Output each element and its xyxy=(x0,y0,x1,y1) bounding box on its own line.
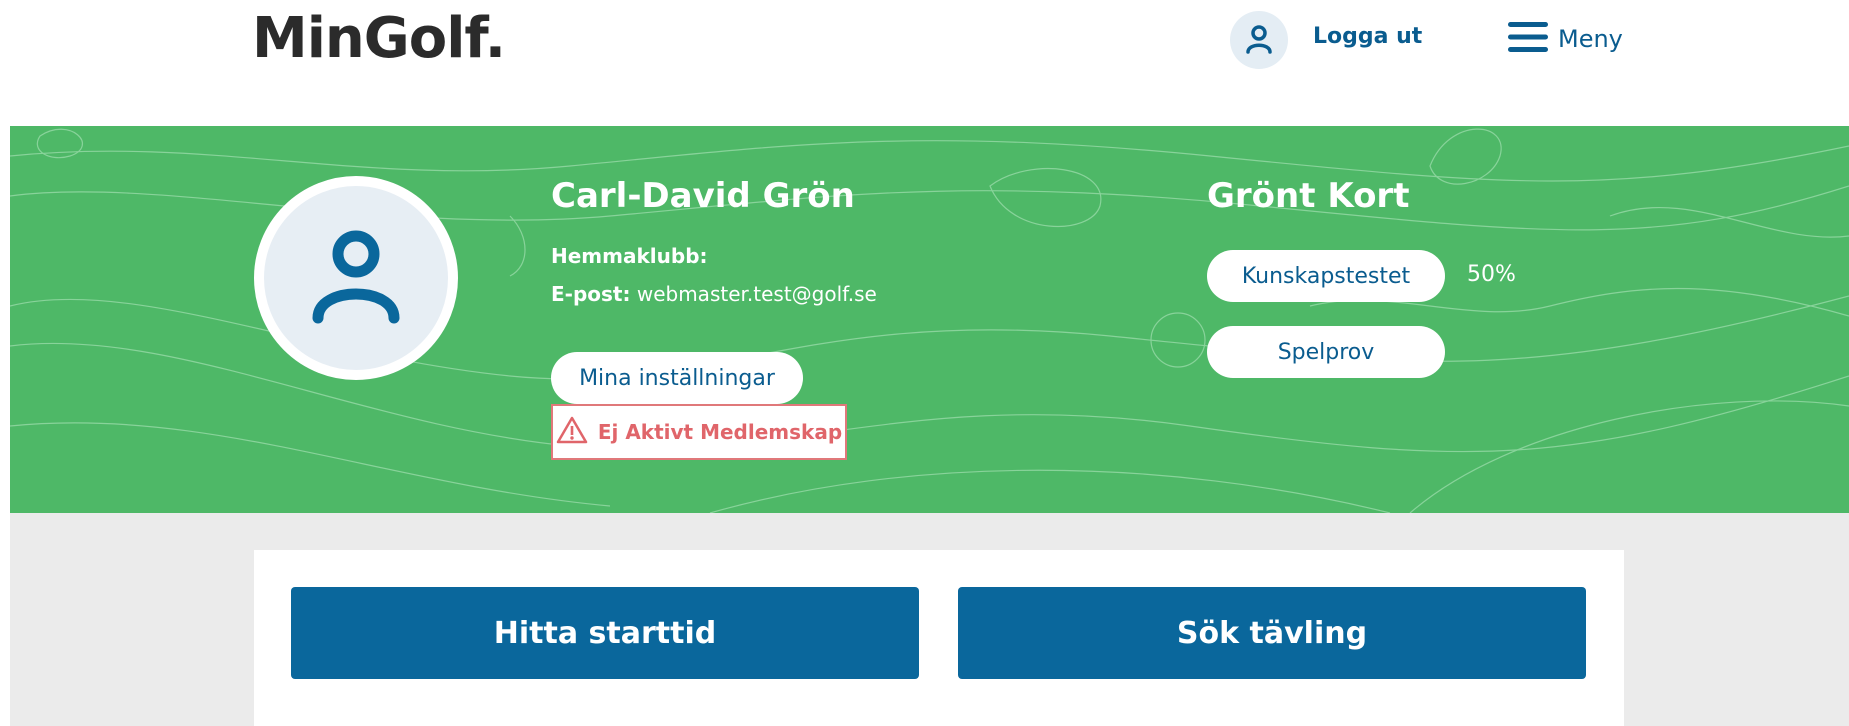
menu-label: Meny xyxy=(1558,25,1623,53)
mingolf-logo[interactable]: MinGolf. xyxy=(252,6,506,71)
profile-hero: Carl-David Grön Hemmaklubb: E-post: webm… xyxy=(10,126,1849,513)
warning-triangle-icon xyxy=(556,416,588,449)
quick-actions-section: Hitta starttid Sök tävling xyxy=(10,513,1849,726)
play-test-button[interactable]: Spelprov xyxy=(1207,326,1445,378)
user-icon xyxy=(306,224,406,332)
hamburger-icon xyxy=(1508,22,1548,56)
top-header: MinGolf. Logga ut Meny xyxy=(0,0,1849,126)
quick-actions-card: Hitta starttid Sök tävling xyxy=(254,550,1624,726)
find-tee-time-button[interactable]: Hitta starttid xyxy=(291,587,919,679)
email-value: webmaster.test@golf.se xyxy=(636,282,877,306)
home-club-line: Hemmaklubb: xyxy=(551,244,708,268)
email-label: E-post: xyxy=(551,282,631,306)
profile-name: Carl-David Grön xyxy=(551,176,855,216)
knowledge-test-button[interactable]: Kunskapstestet xyxy=(1207,250,1445,302)
knowledge-test-progress: 50% xyxy=(1467,262,1516,287)
membership-warning-badge: Ej Aktivt Medlemskap xyxy=(551,404,847,460)
menu-button[interactable]: Meny xyxy=(1508,22,1623,56)
search-competition-button[interactable]: Sök tävling xyxy=(958,587,1586,679)
profile-avatar xyxy=(254,176,458,380)
email-line: E-post: webmaster.test@golf.se xyxy=(551,282,877,306)
green-card-title: Grönt Kort xyxy=(1207,176,1410,216)
my-settings-button[interactable]: Mina inställningar xyxy=(551,352,803,404)
logout-link[interactable]: Logga ut xyxy=(1313,24,1422,49)
user-icon[interactable] xyxy=(1230,11,1288,69)
home-club-label: Hemmaklubb: xyxy=(551,244,708,268)
membership-warning-text: Ej Aktivt Medlemskap xyxy=(597,420,843,444)
